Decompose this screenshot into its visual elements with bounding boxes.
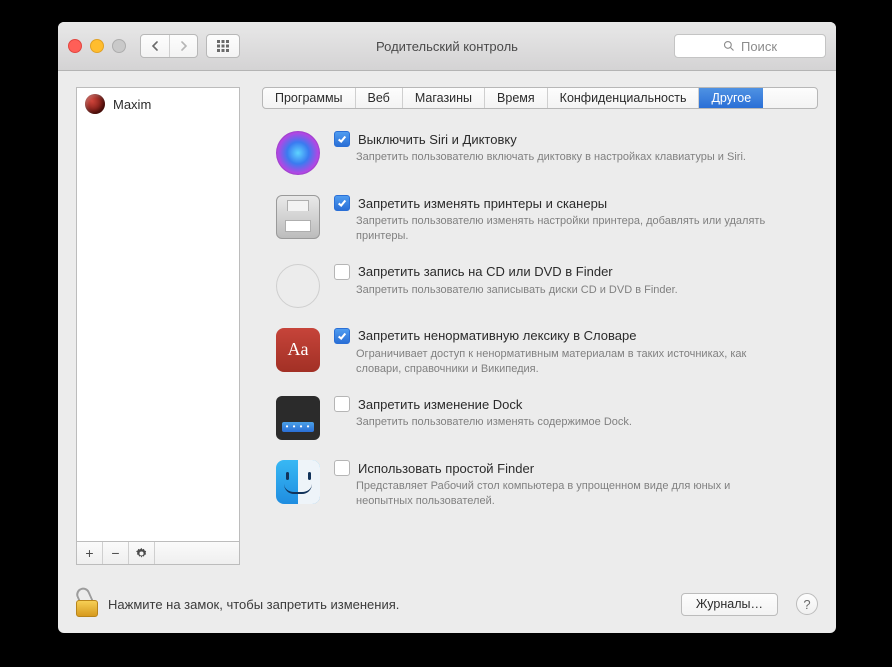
close-window-button[interactable] — [68, 39, 82, 53]
printer-icon — [276, 195, 320, 239]
tab-0[interactable]: Программы — [263, 88, 356, 108]
lock-button[interactable] — [76, 591, 98, 617]
tab-3[interactable]: Время — [485, 88, 548, 108]
dock-icon — [276, 396, 320, 440]
option-row: Запретить изменение Dock Запретить пользо… — [276, 396, 816, 440]
option-body: Запретить изменять принтеры и сканеры Зап… — [334, 195, 816, 244]
option-title: Запретить запись на CD или DVD в Finder — [358, 264, 613, 279]
option-description: Запретить пользователю изменять настройк… — [356, 214, 786, 244]
users-sidebar: Maxim + − — [76, 87, 240, 565]
option-row: Запретить запись на CD или DVD в Finder З… — [276, 264, 816, 308]
option-body: Запретить изменение Dock Запретить пользо… — [334, 396, 816, 430]
option-description: Запретить пользователю включать диктовку… — [356, 150, 786, 165]
tab-bar: ПрограммыВебМагазиныВремяКонфиденциально… — [262, 87, 818, 109]
search-icon — [723, 40, 735, 52]
option-description: Запретить пользователю записывать диски … — [356, 283, 786, 298]
disc-icon — [276, 264, 320, 308]
content-pane: ПрограммыВебМагазиныВремяКонфиденциально… — [262, 87, 818, 565]
option-title: Запретить изменять принтеры и сканеры — [358, 196, 607, 211]
user-row[interactable]: Maxim — [77, 88, 239, 120]
search-field[interactable]: Поиск — [674, 34, 826, 58]
finder-icon — [276, 460, 320, 504]
help-button[interactable]: ? — [796, 593, 818, 615]
user-actions-menu[interactable] — [129, 542, 155, 564]
tab-5[interactable]: Другое — [699, 88, 763, 108]
options-list: Выключить Siri и Диктовку Запретить польз… — [262, 131, 818, 509]
forward-button[interactable] — [169, 35, 197, 57]
window-controls — [68, 39, 126, 53]
option-row: Aa Запретить ненормативную лексику в Слов… — [276, 328, 816, 377]
option-checkbox[interactable] — [334, 328, 350, 344]
option-checkbox[interactable] — [334, 396, 350, 412]
option-row: Выключить Siri и Диктовку Запретить польз… — [276, 131, 816, 175]
dictionary-icon: Aa — [276, 328, 320, 372]
option-row: Запретить изменять принтеры и сканеры Зап… — [276, 195, 816, 244]
logs-button[interactable]: Журналы… — [681, 593, 778, 616]
gear-icon — [135, 547, 148, 560]
option-description: Запретить пользователю изменять содержим… — [356, 415, 786, 430]
option-checkbox[interactable] — [334, 131, 350, 147]
tab-1[interactable]: Веб — [356, 88, 403, 108]
option-head: Использовать простой Finder — [334, 460, 816, 476]
option-title: Выключить Siri и Диктовку — [358, 132, 517, 147]
footer: Нажмите на замок, чтобы запретить измене… — [58, 579, 836, 633]
search-placeholder: Поиск — [741, 39, 777, 54]
option-row: Использовать простой Finder Представляет … — [276, 460, 816, 509]
body: Maxim + − ПрограммыВебМагазиныВремяКонфи… — [58, 71, 836, 565]
option-title: Запретить ненормативную лексику в Словар… — [358, 328, 636, 343]
sidebar-actions: + − — [76, 542, 240, 565]
option-head: Выключить Siri и Диктовку — [334, 131, 816, 147]
option-title: Запретить изменение Dock — [358, 397, 522, 412]
user-name: Maxim — [113, 97, 151, 112]
user-avatar-icon — [85, 94, 105, 114]
lock-body-icon — [76, 600, 98, 617]
tab-4[interactable]: Конфиденциальность — [548, 88, 700, 108]
option-title: Использовать простой Finder — [358, 461, 534, 476]
option-head: Запретить изменение Dock — [334, 396, 816, 412]
add-user-button[interactable]: + — [77, 542, 103, 564]
titlebar: Родительский контроль Поиск — [58, 22, 836, 71]
back-button[interactable] — [141, 35, 169, 57]
option-checkbox[interactable] — [334, 460, 350, 476]
option-body: Выключить Siri и Диктовку Запретить польз… — [334, 131, 816, 165]
option-head: Запретить запись на CD или DVD в Finder — [334, 264, 816, 280]
option-checkbox[interactable] — [334, 195, 350, 211]
option-checkbox[interactable] — [334, 264, 350, 280]
option-head: Запретить изменять принтеры и сканеры — [334, 195, 816, 211]
option-body: Запретить запись на CD или DVD в Finder З… — [334, 264, 816, 298]
option-body: Запретить ненормативную лексику в Словар… — [334, 328, 816, 377]
show-all-button[interactable] — [206, 34, 240, 58]
tab-2[interactable]: Магазины — [403, 88, 485, 108]
option-description: Ограничивает доступ к ненормативным мате… — [356, 347, 786, 377]
minimize-window-button[interactable] — [90, 39, 104, 53]
user-list[interactable]: Maxim — [76, 87, 240, 542]
option-body: Использовать простой Finder Представляет … — [334, 460, 816, 509]
nav-back-forward — [140, 34, 198, 58]
remove-user-button[interactable]: − — [103, 542, 129, 564]
lock-hint-text: Нажмите на замок, чтобы запретить измене… — [108, 597, 671, 612]
preferences-window: Родительский контроль Поиск Maxim + − — [58, 22, 836, 633]
option-head: Запретить ненормативную лексику в Словар… — [334, 328, 816, 344]
option-description: Представляет Рабочий стол компьютера в у… — [356, 479, 786, 509]
zoom-window-button — [112, 39, 126, 53]
siri-icon — [276, 131, 320, 175]
